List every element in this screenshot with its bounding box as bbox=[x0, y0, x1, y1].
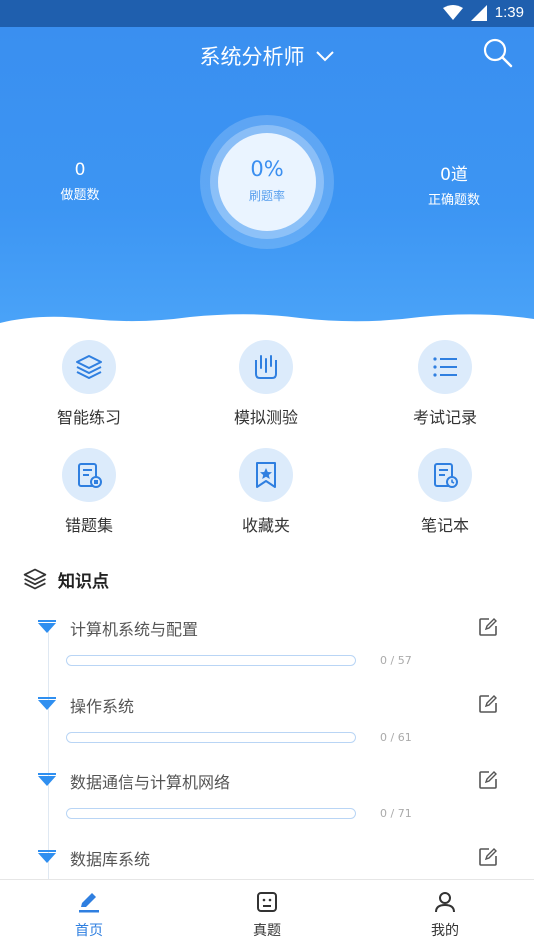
wave-divider bbox=[0, 314, 534, 327]
signal-icon bbox=[470, 4, 487, 21]
done-count-stat: 0 做题数 bbox=[10, 160, 150, 203]
correct-count-stat: 0道 正确题数 bbox=[384, 160, 524, 208]
expand-marker bbox=[38, 850, 56, 852]
layers-icon bbox=[23, 568, 47, 590]
hero-panel: 系统分析师 0 做题数 0% 刷题率 0道 正确题数 bbox=[0, 27, 534, 327]
page-title: 系统分析师 bbox=[199, 45, 305, 69]
grid-label: 收藏夹 bbox=[241, 516, 290, 535]
tab-label: 我的 bbox=[431, 923, 459, 939]
progress-bar bbox=[66, 655, 356, 666]
knowledge-name[interactable]: 计算机系统与配置 bbox=[70, 616, 198, 640]
status-icons: 1:39 bbox=[442, 4, 524, 21]
tab-label: 真题 bbox=[253, 923, 281, 939]
tab-mine[interactable]: 我的 bbox=[385, 890, 505, 940]
grid-item-wrong-set[interactable]: 错题集 bbox=[19, 444, 159, 536]
expand-marker bbox=[38, 697, 56, 699]
tab-real-exams[interactable]: 真题 bbox=[207, 890, 327, 940]
done-count-value: 0 bbox=[74, 160, 86, 180]
grid-label: 智能练习 bbox=[56, 408, 121, 427]
edit-icon[interactable] bbox=[478, 617, 498, 637]
progress-count: 0 / 61 bbox=[380, 731, 412, 744]
user-icon bbox=[435, 892, 455, 913]
progress-count: 0 / 57 bbox=[380, 654, 412, 667]
grid-label: 错题集 bbox=[64, 516, 113, 535]
status-bar: 1:39 bbox=[0, 0, 534, 27]
grid-item-notebook[interactable]: 笔记本 bbox=[375, 444, 515, 536]
wrong-doc-icon bbox=[62, 448, 116, 502]
triangle-down-icon[interactable] bbox=[38, 853, 56, 863]
triangle-down-icon[interactable] bbox=[38, 776, 56, 786]
star-bookmark-icon bbox=[239, 448, 293, 502]
exam-icon bbox=[257, 892, 277, 912]
grid-item-exam-records[interactable]: 考试记录 bbox=[375, 336, 515, 428]
timeline-line bbox=[48, 630, 49, 880]
correct-count-value: 0道 bbox=[440, 165, 468, 185]
edit-icon[interactable] bbox=[478, 847, 498, 867]
knowledge-title: 知识点 bbox=[58, 571, 109, 592]
progress-bar bbox=[66, 732, 356, 743]
edit-icon[interactable] bbox=[478, 770, 498, 790]
chevron-down-icon bbox=[315, 51, 334, 62]
grid-item-smart-practice[interactable]: 智能练习 bbox=[19, 336, 159, 428]
knowledge-header: 知识点 bbox=[22, 566, 109, 592]
rate-label: 刷题率 bbox=[248, 189, 285, 203]
bottom-tab-bar: 首页 真题 我的 bbox=[0, 879, 534, 950]
tab-label: 首页 bbox=[75, 923, 103, 939]
subject-selector[interactable]: 系统分析师 bbox=[0, 41, 534, 71]
correct-count-label: 正确题数 bbox=[427, 193, 480, 208]
search-icon[interactable] bbox=[482, 37, 514, 69]
progress-bar bbox=[66, 808, 356, 819]
knowledge-name[interactable]: 数据通信与计算机网络 bbox=[70, 769, 230, 793]
status-time: 1:39 bbox=[494, 4, 524, 21]
knowledge-name[interactable]: 操作系统 bbox=[70, 693, 134, 717]
grid-item-favorites[interactable]: 收藏夹 bbox=[196, 444, 336, 536]
rate-circle: 0% 刷题率 bbox=[218, 133, 316, 231]
knowledge-name[interactable]: 数据库系统 bbox=[70, 846, 150, 870]
grid-label: 笔记本 bbox=[420, 516, 469, 535]
grid-label: 考试记录 bbox=[412, 408, 477, 427]
done-count-label: 做题数 bbox=[60, 188, 100, 203]
grid-label: 模拟测验 bbox=[233, 408, 298, 427]
expand-marker bbox=[38, 620, 56, 622]
wifi-icon bbox=[442, 4, 463, 20]
list-icon bbox=[418, 340, 472, 394]
tab-home[interactable]: 首页 bbox=[29, 890, 149, 940]
edit-icon[interactable] bbox=[478, 694, 498, 714]
progress-count: 0 / 71 bbox=[380, 807, 412, 820]
triangle-down-icon[interactable] bbox=[38, 623, 56, 633]
note-clock-icon bbox=[418, 448, 472, 502]
rate-value: 0% bbox=[250, 157, 284, 181]
grid-item-mock-test[interactable]: 模拟测验 bbox=[196, 336, 336, 428]
pencil-icon bbox=[79, 893, 99, 913]
layers-icon bbox=[62, 340, 116, 394]
expand-marker bbox=[38, 773, 56, 775]
triangle-down-icon[interactable] bbox=[38, 700, 56, 710]
flask-icon bbox=[239, 340, 293, 394]
